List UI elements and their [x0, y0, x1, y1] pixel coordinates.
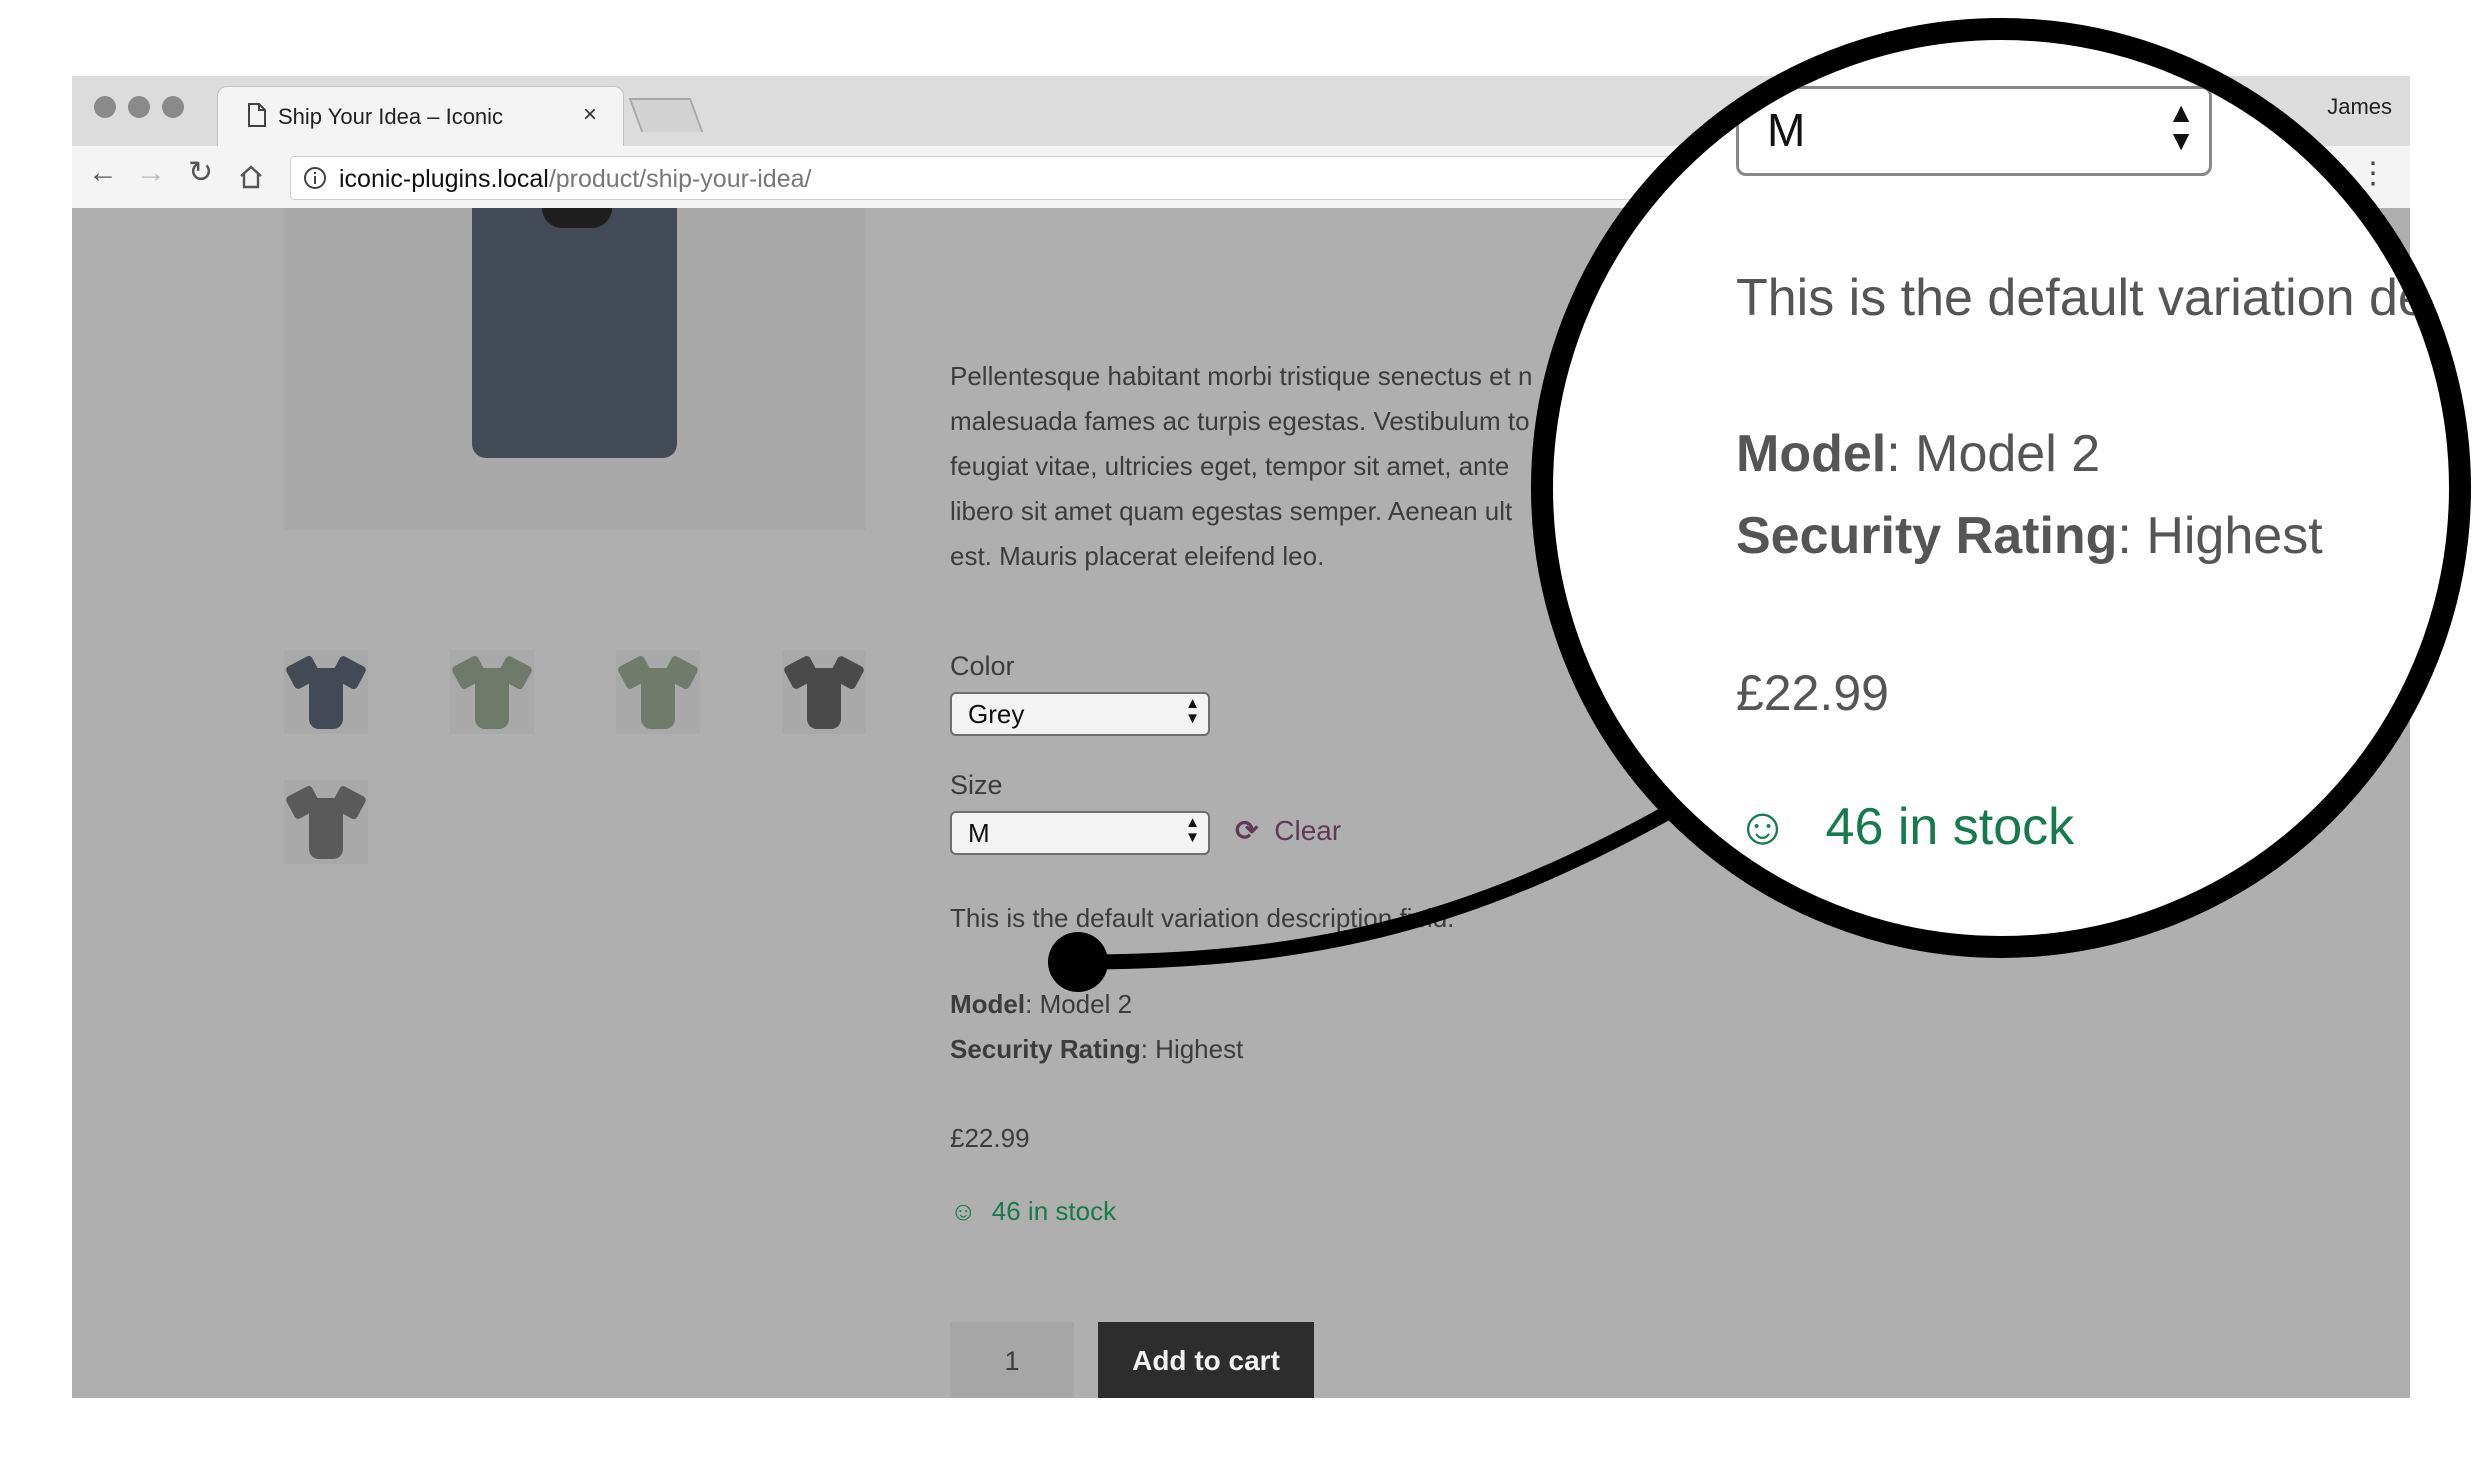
magnified-model-value: Model 2: [1915, 425, 2101, 483]
magnifier-callout: M ▲ ▼ This is the default variation des M…: [1531, 18, 2471, 958]
magnified-security-label: Security Rating: [1736, 507, 2118, 565]
magnified-size-value: M: [1767, 104, 1806, 156]
magnified-price: £22.99: [1736, 665, 1889, 721]
select-arrows-icon: ▲ ▼: [2167, 97, 2195, 156]
magnified-stock-status: ☺ 46 in stock: [1736, 797, 2074, 857]
magnified-security-attribute: Security Rating: Highest: [1736, 507, 2323, 565]
magnified-variation-description: This is the default variation des: [1736, 269, 2453, 327]
magnified-security-value: Highest: [2146, 507, 2323, 565]
smile-icon: ☺: [1736, 798, 1790, 856]
magnified-model-label: Model: [1736, 425, 1887, 483]
magnified-stock-text: 46 in stock: [1825, 798, 2075, 856]
magnified-model-attribute: Model: Model 2: [1736, 425, 2101, 483]
magnified-size-select: M ▲ ▼: [1736, 86, 2212, 176]
